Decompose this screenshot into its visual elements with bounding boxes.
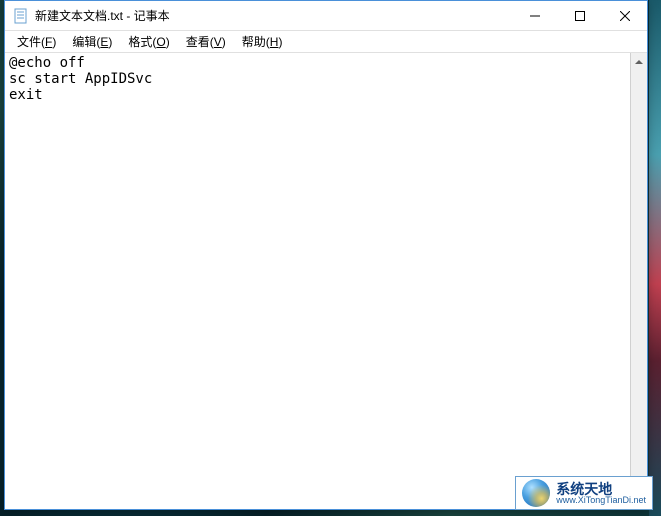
maximize-icon <box>575 11 585 21</box>
maximize-button[interactable] <box>557 1 602 30</box>
watermark-url: www.XiTongTianDi.net <box>556 496 646 505</box>
close-button[interactable] <box>602 1 647 30</box>
titlebar[interactable]: 新建文本文档.txt - 记事本 <box>5 1 647 31</box>
close-icon <box>620 11 630 21</box>
watermark-text: 系统天地 www.XiTongTianDi.net <box>556 482 646 505</box>
watermark-logo: 系统天地 www.XiTongTianDi.net <box>515 476 653 510</box>
vertical-scrollbar[interactable] <box>630 53 647 509</box>
minimize-button[interactable] <box>512 1 557 30</box>
window-controls <box>512 1 647 30</box>
editor-area: @echo off sc start AppIDSvc exit <box>5 53 647 509</box>
menubar: 文件(F) 编辑(E) 格式(O) 查看(V) 帮助(H) <box>5 31 647 53</box>
menu-edit[interactable]: 编辑(E) <box>64 31 120 52</box>
notepad-icon <box>13 8 29 24</box>
scroll-up-button[interactable] <box>631 53 647 70</box>
menu-format[interactable]: 格式(O) <box>120 31 177 52</box>
globe-icon <box>522 479 550 507</box>
desktop-background: 新建文本文档.txt - 记事本 文件(F) 编辑(E) 格式(O) 查看(V)… <box>0 0 661 516</box>
menu-view[interactable]: 查看(V) <box>178 31 234 52</box>
window-title: 新建文本文档.txt - 记事本 <box>35 7 512 24</box>
minimize-icon <box>530 11 540 21</box>
chevron-up-icon <box>635 60 643 64</box>
watermark-title: 系统天地 <box>556 482 646 496</box>
desktop-right-strip <box>649 0 661 516</box>
text-editor[interactable]: @echo off sc start AppIDSvc exit <box>5 53 630 509</box>
notepad-window: 新建文本文档.txt - 记事本 文件(F) 编辑(E) 格式(O) 查看(V)… <box>4 0 648 510</box>
menu-file[interactable]: 文件(F) <box>9 31 64 52</box>
menu-help[interactable]: 帮助(H) <box>234 31 291 52</box>
